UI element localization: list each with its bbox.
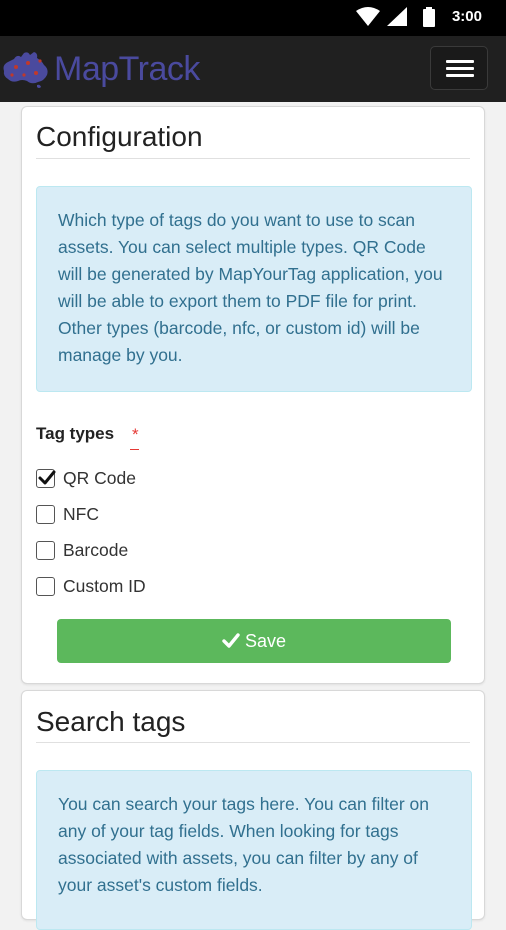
save-button[interactable]: Save — [57, 619, 451, 663]
qr-code-checkbox[interactable] — [36, 468, 56, 488]
tag-type-qr-code[interactable]: QR Code — [36, 463, 136, 493]
search-tags-info-box: You can search your tags here. You can f… — [36, 770, 472, 930]
configuration-panel: Configuration Which type of tags do you … — [21, 106, 485, 684]
save-label: Save — [244, 630, 287, 651]
required-underline — [130, 449, 139, 450]
checkmark-icon — [38, 470, 56, 484]
tag-type-barcode[interactable]: Barcode — [36, 535, 128, 565]
configuration-info-box: Which type of tags do you want to use to… — [36, 186, 472, 392]
configuration-title: Configuration — [36, 121, 203, 152]
nfc-label: NFC — [63, 503, 99, 524]
divider — [36, 158, 470, 159]
required-mark: * — [132, 425, 139, 444]
wifi-icon — [356, 7, 380, 26]
australia-map-icon — [3, 52, 48, 88]
app-bar: MapTrack — [0, 36, 506, 102]
status-time: 3:00 — [451, 8, 482, 25]
battery-icon — [423, 7, 435, 27]
tag-type-nfc[interactable]: NFC — [36, 499, 99, 529]
tag-types-label: Tag types — [36, 424, 115, 443]
brand-name: MapTrack — [54, 49, 200, 88]
barcode-label: Barcode — [63, 539, 129, 560]
checkmark-icon — [222, 633, 240, 648]
nfc-checkbox[interactable] — [36, 504, 55, 524]
menu-toggle-button[interactable] — [430, 46, 488, 90]
custom-id-checkbox[interactable] — [36, 576, 55, 596]
qr-code-label: QR Code — [63, 467, 136, 488]
search-tags-panel: Search tags You can search your tags her… — [21, 690, 485, 930]
barcode-checkbox[interactable] — [36, 540, 55, 560]
signal-icon — [387, 7, 407, 26]
search-tags-title: Search tags — [36, 706, 186, 737]
status-bar: 3:00 — [0, 0, 506, 36]
divider — [36, 742, 470, 743]
brand-link[interactable]: MapTrack — [0, 45, 200, 93]
tag-type-custom-id[interactable]: Custom ID — [36, 571, 146, 601]
custom-id-label: Custom ID — [63, 575, 146, 596]
